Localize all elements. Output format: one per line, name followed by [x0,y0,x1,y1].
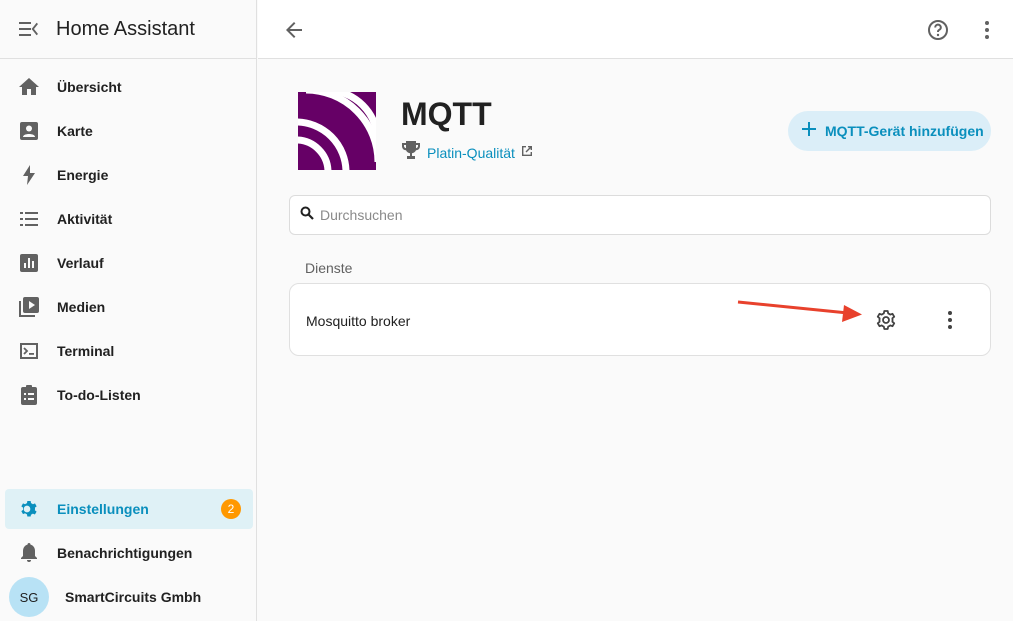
format-list-bulleted-icon [18,208,40,230]
app-title: Home Assistant [56,17,195,40]
sidebar: Home Assistant Übersicht Karte Energie A… [0,0,257,621]
map-account-icon [18,120,40,142]
sidebar-item-label: Einstellungen [57,501,149,517]
lightning-bolt-icon [18,164,40,186]
sidebar-item-verlauf[interactable]: Verlauf [5,243,253,283]
clipboard-list-icon [18,384,40,406]
console-icon [18,340,40,362]
notification-badge: 2 [221,499,241,519]
bell-icon [18,542,40,564]
search-input[interactable] [320,207,960,223]
page-title: MQTT [401,96,492,132]
sidebar-item-label: Karte [57,123,93,139]
sidebar-item-label: Aktivität [57,211,113,227]
home-icon [18,76,40,98]
service-card: Mosquitto broker [289,283,991,356]
plus-icon [800,120,818,143]
sidebar-item-label: Energie [57,167,109,183]
quality-scale-link[interactable]: Platin-Qualität [401,140,533,165]
cog-icon [18,498,40,520]
play-box-multiple-icon [18,296,40,318]
menu-open-icon[interactable] [18,18,40,40]
sidebar-item-karte[interactable]: Karte [5,111,253,151]
sidebar-item-medien[interactable]: Medien [5,287,253,327]
cog-icon[interactable] [874,308,898,332]
top-bar [258,0,1013,59]
sidebar-item-benachrichtigungen[interactable]: Benachrichtigungen [5,533,253,573]
mqtt-logo [295,86,382,173]
sidebar-item-aktivitaet[interactable]: Aktivität [5,199,253,239]
sidebar-item-uebersicht[interactable]: Übersicht [5,67,253,107]
help-circle-icon[interactable] [926,18,950,42]
sidebar-item-label: Übersicht [57,79,122,95]
add-device-button[interactable]: MQTT-Gerät hinzufügen [788,111,991,151]
sidebar-item-todo[interactable]: To-do-Listen [5,375,253,415]
service-name: Mosquitto broker [306,313,411,329]
annotation-arrow [737,300,862,322]
user-profile[interactable]: SG SmartCircuits Gmbh [9,577,201,617]
sidebar-item-label: Terminal [57,343,115,359]
sidebar-item-label: Medien [57,299,106,315]
sidebar-item-label: To-do-Listen [57,387,141,403]
sidebar-item-einstellungen[interactable]: Einstellungen 2 [5,489,253,529]
quality-label: Platin-Qualität [427,144,515,161]
back-arrow-icon[interactable] [282,18,306,42]
more-vertical-icon[interactable] [938,308,962,332]
avatar: SG [9,577,49,617]
sidebar-header: Home Assistant [0,0,256,59]
sidebar-item-label: Verlauf [57,255,104,271]
search-box[interactable] [289,195,991,235]
search-icon [300,206,314,225]
sidebar-item-label: Benachrichtigungen [57,545,193,561]
chart-box-icon [18,252,40,274]
sidebar-item-terminal[interactable]: Terminal [5,331,253,371]
trophy-icon [401,140,421,165]
profile-name: SmartCircuits Gmbh [65,589,202,605]
open-in-new-icon [521,144,533,162]
more-vertical-icon[interactable] [975,18,999,42]
add-device-label: MQTT-Gerät hinzufügen [825,123,984,139]
sidebar-item-energie[interactable]: Energie [5,155,253,195]
integration-page: MQTT Platin-Qualität MQTT-Gerät hinzufüg… [258,60,1013,621]
section-title-services: Dienste [305,260,353,276]
